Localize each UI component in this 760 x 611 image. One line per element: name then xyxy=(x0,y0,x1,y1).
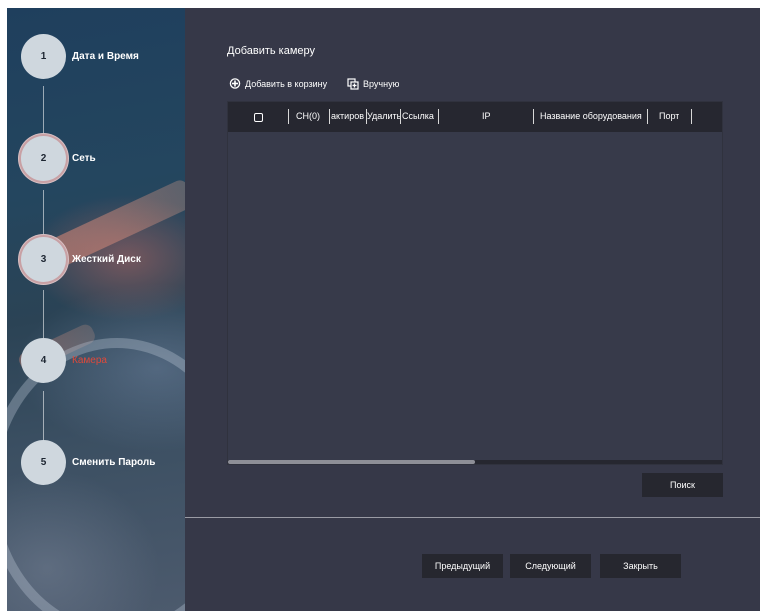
scrollbar-thumb[interactable] xyxy=(228,460,475,464)
column-header-channel[interactable]: CH(0) xyxy=(296,111,326,121)
step-label: Дата и Время xyxy=(72,51,139,62)
select-all-checkbox[interactable] xyxy=(254,113,263,122)
table-header: CH(0) актиров Удалить Ссылка IP Название… xyxy=(228,102,722,132)
column-divider[interactable] xyxy=(288,109,289,124)
manual-add-button[interactable]: Вручную xyxy=(347,78,399,90)
column-divider[interactable] xyxy=(400,109,401,124)
step-camera[interactable]: 4 Камера xyxy=(21,338,107,383)
step-number: 1 xyxy=(21,34,66,79)
close-button[interactable]: Закрыть xyxy=(600,554,681,578)
column-header-delete[interactable]: Удалить xyxy=(367,111,401,121)
camera-table: CH(0) актиров Удалить Ссылка IP Название… xyxy=(227,101,723,465)
column-divider[interactable] xyxy=(329,109,330,124)
step-label: Жесткий Диск xyxy=(72,254,141,265)
step-date-time[interactable]: 1 Дата и Время xyxy=(21,34,139,79)
wizard-window: 1 Дата и Время 2 Сеть 3 Жесткий Диск 4 К… xyxy=(7,8,760,611)
column-divider[interactable] xyxy=(533,109,534,124)
previous-button[interactable]: Предыдущий xyxy=(422,554,503,578)
step-connector xyxy=(43,391,44,447)
add-to-cart-button[interactable]: Добавить в корзину xyxy=(229,78,327,89)
column-header-port[interactable]: Порт xyxy=(659,111,679,121)
step-number: 3 xyxy=(21,237,66,282)
step-label: Сменить Пароль xyxy=(72,457,156,468)
column-header-link[interactable]: Ссылка xyxy=(402,111,438,121)
step-label: Сеть xyxy=(72,153,96,164)
next-button[interactable]: Следующий xyxy=(510,554,591,578)
manual-add-icon xyxy=(347,78,359,90)
column-header-device-name[interactable]: Название оборудования xyxy=(540,111,642,121)
column-header-ip[interactable]: IP xyxy=(482,111,491,121)
step-number: 2 xyxy=(21,136,66,181)
manual-add-label: Вручную xyxy=(363,79,400,89)
horizontal-scrollbar[interactable] xyxy=(228,460,722,464)
search-button[interactable]: Поиск xyxy=(642,473,723,497)
step-number: 5 xyxy=(21,440,66,485)
camera-plus-icon xyxy=(229,78,241,89)
wizard-sidebar: 1 Дата и Время 2 Сеть 3 Жесткий Диск 4 К… xyxy=(7,8,185,611)
step-hard-disk[interactable]: 3 Жесткий Диск xyxy=(21,237,141,282)
step-number: 4 xyxy=(21,338,66,383)
footer-divider xyxy=(185,517,760,518)
step-label: Камера xyxy=(72,355,107,366)
add-to-cart-label: Добавить в корзину xyxy=(245,78,328,89)
column-divider[interactable] xyxy=(647,109,648,124)
column-divider[interactable] xyxy=(438,109,439,124)
column-divider[interactable] xyxy=(691,109,692,124)
step-change-password[interactable]: 5 Сменить Пароль xyxy=(21,440,155,485)
column-header-activator[interactable]: актиров xyxy=(331,111,366,121)
step-network[interactable]: 2 Сеть xyxy=(21,136,96,181)
page-title: Добавить камеру xyxy=(227,45,316,57)
